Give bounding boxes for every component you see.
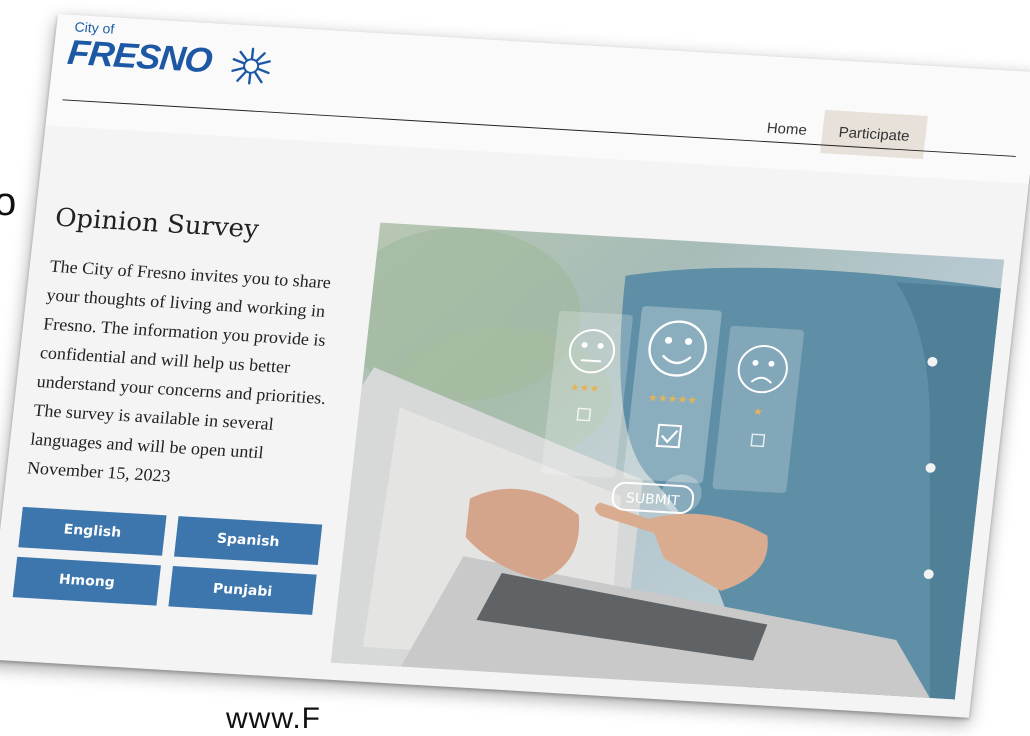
bottom-url-fragment: www.F [226,702,321,735]
svg-text:★: ★ [752,405,763,418]
language-buttons: English Spanish Hmong Punjabi [12,506,323,615]
spanish-button[interactable]: Spanish [174,516,323,565]
nav-home[interactable]: Home [748,106,825,153]
edge-text-fragment: o [0,180,17,224]
page-title: Opinion Survey [53,203,261,245]
site-header: City of FRESNO Home Participate [45,14,1030,184]
survey-description: The City of Fresno invites you to share … [26,256,332,486]
survey-laptop-illustration: ★★★ ★★★★★ ★ SUBMIT [330,227,1001,700]
hero-image: ★★★ ★★★★★ ★ SUBMIT [330,222,1005,700]
nav-participate[interactable]: Participate [820,109,928,160]
punjabi-button[interactable]: Punjabi [168,566,317,615]
svg-text:★★★: ★★★ [569,381,600,395]
sun-burst-icon [231,47,271,85]
main-nav: Home Participate [748,106,928,160]
logo-fresno[interactable]: FRESNO [66,32,214,81]
hmong-button[interactable]: Hmong [12,556,161,606]
webpage-screenshot: City of FRESNO Home Participate Opinion [0,14,1030,718]
english-button[interactable]: English [18,506,167,556]
